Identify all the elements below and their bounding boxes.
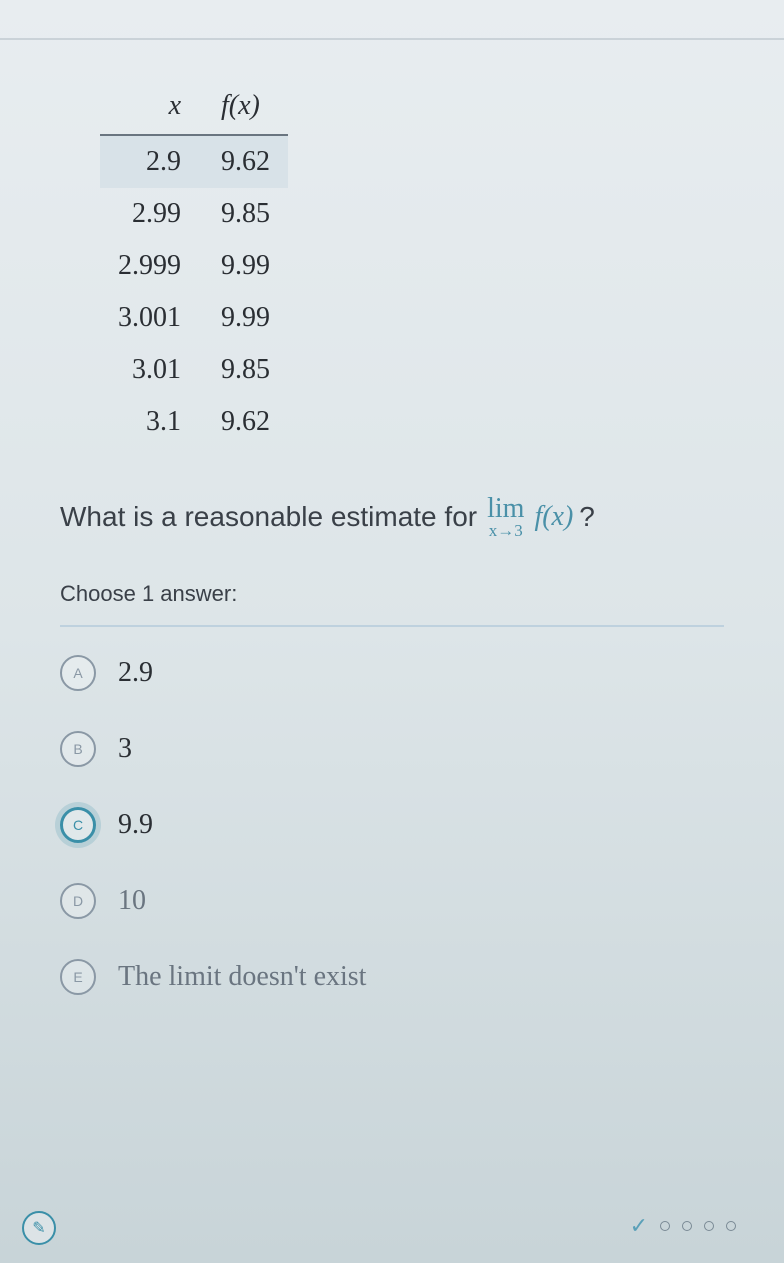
option-label: 2.9 <box>118 657 153 689</box>
question-prefix: What is a reasonable estimate for <box>60 501 477 533</box>
progress-dots: ✓ <box>630 1213 736 1239</box>
limit-notation: lim x→3 <box>487 496 524 539</box>
table-row: 3.0019.99 <box>100 292 288 344</box>
question-suffix: ? <box>579 501 595 533</box>
lim-text: lim <box>487 496 524 523</box>
option-label: The limit doesn't exist <box>118 961 366 993</box>
radio-d[interactable]: D <box>60 883 96 919</box>
cell-fx: 9.99 <box>199 292 288 344</box>
cell-x: 2.9 <box>100 135 199 188</box>
option-label: 9.9 <box>118 809 153 841</box>
check-icon: ✓ <box>630 1213 648 1239</box>
progress-dot <box>682 1221 692 1231</box>
cell-fx: 9.85 <box>199 344 288 396</box>
cell-fx: 9.62 <box>199 396 288 448</box>
answer-option-a[interactable]: A 2.9 <box>60 655 724 691</box>
progress-dot <box>726 1221 736 1231</box>
header-x: x <box>100 80 199 135</box>
answer-option-b[interactable]: B3 <box>60 731 724 767</box>
table-row: 3.19.62 <box>100 396 288 448</box>
nav-pencil-button[interactable]: ✎ <box>22 1211 56 1245</box>
radio-b[interactable]: B <box>60 731 96 767</box>
question-text: What is a reasonable estimate for lim x→… <box>60 496 724 539</box>
cell-x: 3.001 <box>100 292 199 344</box>
choose-label: Choose 1 answer: <box>60 581 724 627</box>
cell-x: 2.999 <box>100 240 199 292</box>
header-fx: f(x) <box>199 80 288 135</box>
cell-x: 2.99 <box>100 188 199 240</box>
answer-option-d[interactable]: D 10 <box>60 883 724 919</box>
answer-option-e[interactable]: E The limit doesn't exist <box>60 959 724 995</box>
table-header-row: x f(x) <box>100 80 288 135</box>
cell-x: 3.01 <box>100 344 199 396</box>
fx-text: f(x) <box>534 501 573 533</box>
table-row: 3.019.85 <box>100 344 288 396</box>
cell-fx: 9.85 <box>199 188 288 240</box>
option-label: 10 <box>118 885 146 917</box>
radio-e[interactable]: E <box>60 959 96 995</box>
option-label: 3 <box>118 733 132 765</box>
question-content: x f(x) 2.99.622.999.852.9999.993.0019.99… <box>0 40 784 995</box>
options-list: A 2.9 B3 C 9.9 D 10 E The limit doesn't exist <box>60 655 724 995</box>
radio-c[interactable]: C <box>60 807 96 843</box>
cell-fx: 9.62 <box>199 135 288 188</box>
answer-option-c[interactable]: C 9.9 <box>60 807 724 843</box>
function-table: x f(x) 2.99.622.999.852.9999.993.0019.99… <box>100 80 288 448</box>
progress-dot <box>660 1221 670 1231</box>
radio-a[interactable]: A <box>60 655 96 691</box>
table-row: 2.999.85 <box>100 188 288 240</box>
lim-sub: x→3 <box>489 523 523 539</box>
cell-fx: 9.99 <box>199 240 288 292</box>
cell-x: 3.1 <box>100 396 199 448</box>
table-row: 2.99.62 <box>100 135 288 188</box>
pencil-icon: ✎ <box>32 1218 45 1238</box>
table-row: 2.9999.99 <box>100 240 288 292</box>
progress-dot <box>704 1221 714 1231</box>
